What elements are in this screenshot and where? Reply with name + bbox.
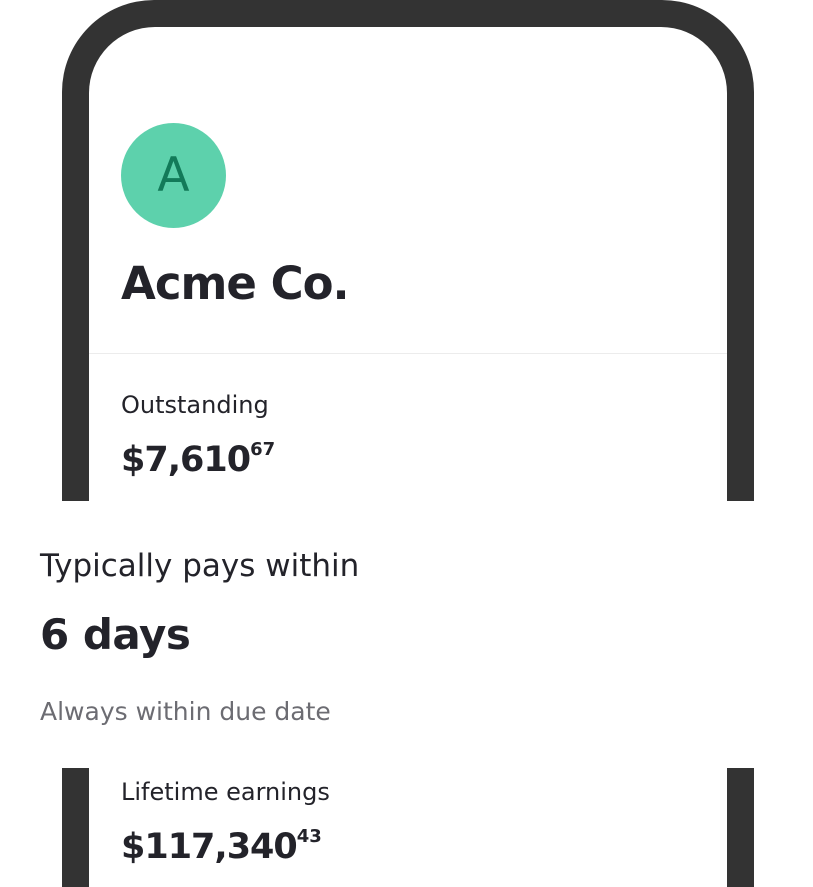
lifetime-amount-cents: 43 [296, 826, 322, 847]
lifetime-earnings-amount: $117,34043 [121, 827, 322, 867]
outstanding-amount-main: $7,610 [121, 440, 251, 480]
phone-frame-left-rail [62, 768, 89, 887]
outstanding-amount: $7,61067 [121, 440, 275, 480]
customer-detail-screen: A Acme Co. Outstanding $7,61067 Typicall… [0, 0, 813, 887]
section-divider [89, 353, 727, 354]
customer-name: Acme Co. [121, 257, 350, 310]
outstanding-label: Outstanding [121, 391, 269, 419]
lifetime-earnings-label: Lifetime earnings [121, 778, 330, 806]
pays-within-value: 6 days [40, 610, 191, 659]
outstanding-amount-cents: 67 [250, 439, 276, 460]
pays-within-note: Always within due date [40, 697, 331, 726]
lifetime-amount-main: $117,340 [121, 827, 298, 867]
phone-frame-right-rail [727, 768, 754, 887]
customer-avatar: A [121, 123, 226, 228]
pays-within-label: Typically pays within [40, 548, 360, 584]
